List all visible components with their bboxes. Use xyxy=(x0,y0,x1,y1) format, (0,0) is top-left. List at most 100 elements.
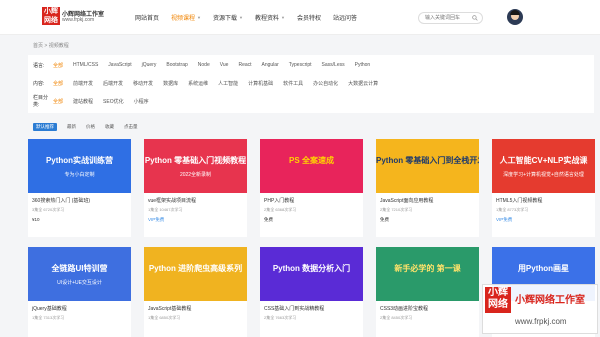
thumbnail-title: 全链路UI特训营 xyxy=(51,264,108,273)
filter-option[interactable]: 全部 xyxy=(53,98,63,105)
filter-option[interactable]: 后端开发 xyxy=(103,80,123,87)
nav-item[interactable]: 会员特权 xyxy=(297,13,321,22)
course-meta: 3集全 6720次学习 xyxy=(32,207,65,212)
sort-bar: 默认推荐 最新 价格 收藏 点击量 xyxy=(33,123,148,131)
course-card[interactable]: Python 零基础入门到全栈开发 JavaScript面向应用教程 2集全 721… xyxy=(376,139,479,237)
main-nav: 网站首页 视频课程 ▼ 资源下载 ▼ 教程资料 ▼ 会员特权 站远问答 xyxy=(135,13,369,22)
course-meta: 1集全 6850次学习 xyxy=(148,315,181,320)
filter-option[interactable]: Typescript xyxy=(289,62,312,68)
search-box[interactable] xyxy=(418,12,483,24)
filter-option[interactable]: 全部 xyxy=(53,80,63,87)
course-title[interactable]: vue框架实战项目流程 xyxy=(148,197,243,204)
course-title[interactable]: jQuery基础教程 xyxy=(32,305,127,312)
sort-option[interactable]: 点击量 xyxy=(124,123,138,131)
course-card[interactable]: Python 零基础入门视频教程 2022全新录制 vue框架实战项目流程 1集全 1… xyxy=(144,139,247,237)
course-thumbnail[interactable]: 人工智能CV+NLP实战课 深度学习+计算机视觉+自然语言处理 xyxy=(492,139,595,193)
course-meta: 1集全 7313次学习 xyxy=(32,315,65,320)
filter-panel: 语言: 全部 HTML/CSS JavaScript jQuery Bootstrap No… xyxy=(28,55,594,113)
course-card[interactable]: PS 全案速成 PHP入门教程 2集全 6368次学习 免费 xyxy=(260,139,363,237)
filter-option[interactable]: SEO优化 xyxy=(103,98,124,105)
course-title[interactable]: JavaScript基础教程 xyxy=(148,305,243,312)
filter-option[interactable]: 移动开发 xyxy=(133,80,153,87)
filter-option[interactable]: 全部 xyxy=(53,62,63,69)
course-thumbnail[interactable]: Python 进阶爬虫高级系列 xyxy=(144,247,247,301)
nav-item[interactable]: 资源下载 ▼ xyxy=(213,13,243,22)
course-meta: 2集全 7210次学习 xyxy=(380,207,413,212)
filter-option[interactable]: 计算机基础 xyxy=(248,80,273,87)
breadcrumb: 首页 > 视频教程 xyxy=(33,43,69,49)
thumbnail-title: 用Python画星 xyxy=(517,264,570,273)
nav-item[interactable]: 视频课程 ▼ xyxy=(171,13,201,22)
user-avatar[interactable] xyxy=(507,9,523,25)
course-card[interactable]: Python实战训练营 专为小白定制 360搜索热门入门 (基础班) 3集全 6720… xyxy=(28,139,131,237)
course-thumbnail[interactable]: 全链路UI特训营 UI设计+UE交互设计 xyxy=(28,247,131,301)
course-thumbnail[interactable]: Python 零基础入门视频教程 2022全新录制 xyxy=(144,139,247,193)
filter-option[interactable]: Python xyxy=(355,62,371,68)
course-meta: 2集全 8450次学习 xyxy=(380,315,413,320)
course-thumbnail[interactable]: Python 零基础入门到全栈开发 xyxy=(376,139,479,193)
chevron-down-icon: ▼ xyxy=(281,15,285,20)
course-card[interactable]: 人工智能CV+NLP实战课 深度学习+计算机视觉+自然语言处理 HTML5入门视频教… xyxy=(492,139,595,237)
thumbnail-title: PS 全案速成 xyxy=(289,156,334,165)
watermark-logo: 小辉网络 xyxy=(485,287,511,313)
course-card[interactable]: 全链路UI特训营 UI设计+UE交互设计 jQuery基础教程 1集全 7313次学习 xyxy=(28,247,131,337)
course-price: 免费 xyxy=(380,217,389,222)
filter-option[interactable]: Sass/Less xyxy=(322,62,345,68)
nav-item[interactable]: 网站首页 xyxy=(135,13,159,22)
nav-item[interactable]: 教程资料 ▼ xyxy=(255,13,285,22)
course-card[interactable]: Python 数据分析入门 CSS基础入门到实战精教程 2集全 7663次学习 xyxy=(260,247,363,337)
course-price: VIP免费 xyxy=(496,217,513,222)
filter-option[interactable]: 人工智能 xyxy=(218,80,238,87)
thumbnail-title: Python 零基础入门到全栈开发 xyxy=(376,156,479,165)
course-thumbnail[interactable]: 新手必学的 第一课 xyxy=(376,247,479,301)
filter-option[interactable]: Angular xyxy=(262,62,279,68)
sort-option[interactable]: 收藏 xyxy=(105,123,114,131)
course-title[interactable]: CSS3动画进阶宝教程 xyxy=(380,305,475,312)
filter-option[interactable]: React xyxy=(238,62,251,68)
sort-option[interactable]: 默认推荐 xyxy=(33,123,57,131)
course-thumbnail[interactable]: PS 全案速成 xyxy=(260,139,363,193)
course-title[interactable]: 360搜索热门入门 (基础班) xyxy=(32,197,127,204)
site-logo[interactable]: 小辉网络 xyxy=(42,7,60,25)
watermark-name: 小辉网络工作室 xyxy=(515,295,585,306)
thumbnail-title: Python 零基础入门视频教程 xyxy=(144,156,247,165)
course-title[interactable]: JavaScript面向应用教程 xyxy=(380,197,475,204)
filter-option[interactable]: Vue xyxy=(220,62,229,68)
filter-option[interactable]: 建站教程 xyxy=(73,98,93,105)
course-meta: 1集全 8773次学习 xyxy=(496,207,529,212)
filter-option[interactable]: 数据库 xyxy=(163,80,178,87)
thumbnail-subtitle: UI设计+UE交互设计 xyxy=(57,280,102,286)
search-icon[interactable] xyxy=(472,15,478,21)
filter-option[interactable]: 小程序 xyxy=(134,98,149,105)
thumbnail-subtitle: 深度学习+计算机视觉+自然语言处理 xyxy=(503,172,584,178)
filter-option[interactable]: 前端开发 xyxy=(73,80,93,87)
course-thumbnail[interactable]: Python实战训练营 专为小白定制 xyxy=(28,139,131,193)
filter-option[interactable]: 软件工具 xyxy=(283,80,303,87)
course-card[interactable]: Python 进阶爬虫高级系列 JavaScript基础教程 1集全 6850次学习 xyxy=(144,247,247,337)
thumbnail-title: Python 进阶爬虫高级系列 xyxy=(148,264,243,273)
filter-option[interactable]: Node xyxy=(198,62,210,68)
nav-item[interactable]: 站远问答 xyxy=(333,13,357,22)
filter-option[interactable]: 办公自动化 xyxy=(313,80,338,87)
filter-option[interactable]: 大数据云计算 xyxy=(348,80,378,87)
course-price: 免费 xyxy=(264,217,273,222)
sort-option[interactable]: 最新 xyxy=(67,123,76,131)
sort-option[interactable]: 价格 xyxy=(86,123,95,131)
nav-item-label: 视频课程 xyxy=(171,16,196,22)
nav-item-label: 网站首页 xyxy=(135,16,160,22)
filter-row-language: 语言: 全部 HTML/CSS JavaScript jQuery Bootstrap No… xyxy=(33,60,380,70)
watermark-badge: 小辉网络 小辉网络工作室 www.frpkj.com xyxy=(482,284,598,334)
filter-option[interactable]: JavaScript xyxy=(108,62,131,68)
filter-option[interactable]: Bootstrap xyxy=(166,62,187,68)
course-thumbnail[interactable]: Python 数据分析入门 xyxy=(260,247,363,301)
course-title[interactable]: PHP入门教程 xyxy=(264,197,359,204)
search-input[interactable] xyxy=(425,13,475,23)
course-title[interactable]: CSS基础入门到实战精教程 xyxy=(264,305,359,312)
filter-option[interactable]: 系统运维 xyxy=(188,80,208,87)
nav-item-label: 站远问答 xyxy=(332,16,357,22)
course-title[interactable]: HTML5入门视频教程 xyxy=(496,197,591,204)
filter-option[interactable]: jQuery xyxy=(142,62,157,68)
course-card[interactable]: 新手必学的 第一课 CSS3动画进阶宝教程 2集全 8450次学习 xyxy=(376,247,479,337)
filter-option[interactable]: HTML/CSS xyxy=(73,62,98,68)
nav-item-label: 教程资料 xyxy=(254,16,279,22)
